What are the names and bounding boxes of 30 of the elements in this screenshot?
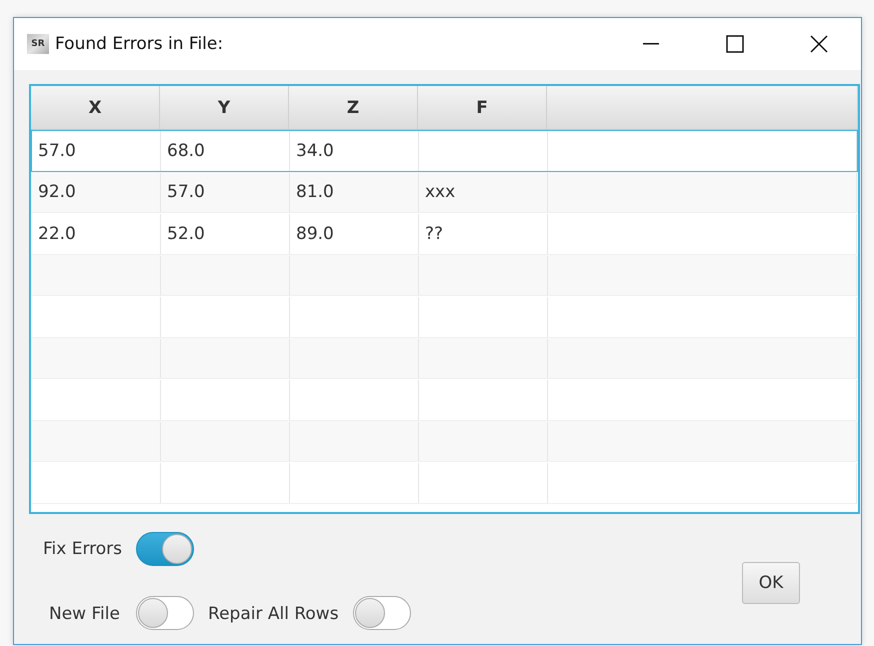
table-cell: 89.0 [290,214,419,254]
app-icon: SR [27,34,49,54]
table-cell: 52.0 [161,214,290,254]
column-header[interactable]: F [418,86,547,129]
table-cell: 34.0 [290,131,419,170]
table-row[interactable]: 92.0 57.0 81.0 xxx [31,172,858,213]
table-cell: 92.0 [32,172,161,212]
maximize-icon [726,35,744,53]
minimize-icon [643,43,659,45]
table-cell: ?? [419,214,548,254]
table-cell: 22.0 [32,214,161,254]
table-row[interactable]: 57.0 68.0 34.0 [31,130,858,172]
toggle-switch[interactable] [352,596,411,630]
table-cell: 57.0 [32,131,161,170]
window-title: Found Errors in File: [55,34,224,54]
toggle-switch[interactable] [136,596,194,630]
column-header[interactable]: X [31,86,160,129]
toggle-label: Repair All Rows [208,604,339,624]
toggle-label: Fix Errors [43,539,122,559]
column-header[interactable]: Y [160,86,289,129]
ok-button[interactable]: OK [742,562,800,604]
table-cell: 57.0 [161,172,290,212]
table-row[interactable]: 22.0 52.0 89.0 ?? [31,213,858,254]
table-cell: 81.0 [290,172,419,212]
toggle-switch[interactable] [136,532,194,566]
close-icon [810,35,828,53]
table-cell: xxx [419,172,548,212]
column-header[interactable]: Z [289,86,418,129]
table-cell: 68.0 [161,131,290,170]
toggle-label: New File [49,604,121,624]
